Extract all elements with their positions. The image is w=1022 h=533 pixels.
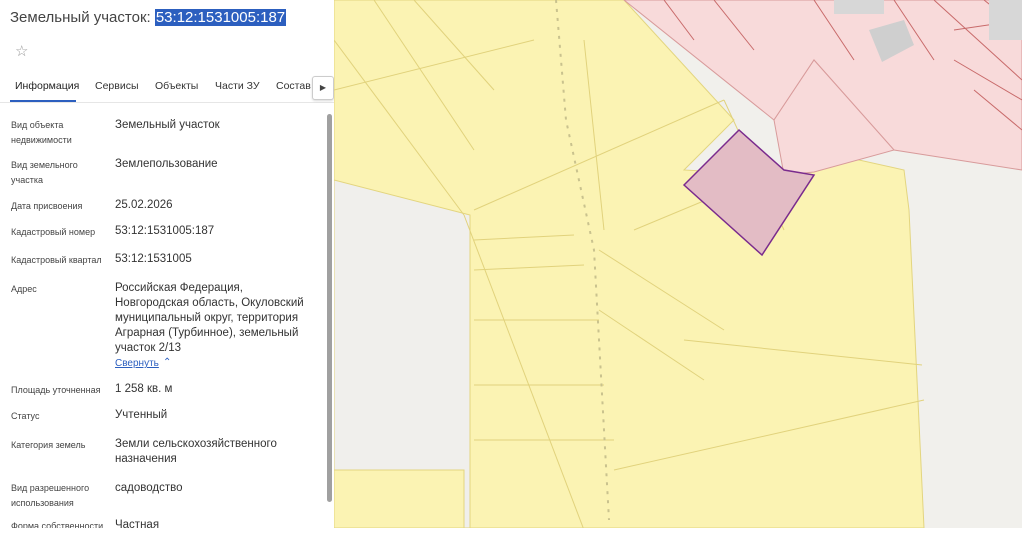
tab-parts[interactable]: Части ЗУ	[215, 80, 260, 92]
map-canvas[interactable]	[333, 0, 1022, 531]
tab-bar: Информация Сервисы Объекты Части ЗУ Сост…	[0, 72, 334, 103]
title-prefix: Земельный участок:	[10, 9, 155, 26]
value-land-category: Земли сельскохозяйственного назначения	[115, 438, 277, 465]
cadastral-number-selected[interactable]: 53:12:1531005:187	[154, 9, 287, 26]
chevron-up-icon[interactable]: ⌃	[163, 357, 171, 368]
collapse-link[interactable]: Свернуть	[115, 358, 159, 369]
gray-building	[989, 0, 1022, 40]
value-status: Учтенный	[115, 409, 168, 421]
tab-info[interactable]: Информация	[15, 80, 79, 92]
label-assign-date: Дата присвоения	[11, 201, 83, 211]
tab-composition[interactable]: Состав	[276, 80, 311, 92]
value-address: Российская Федерация, Новгородская облас…	[115, 282, 304, 354]
label-object-type: Вид объекта недвижимости	[11, 120, 72, 145]
label-area: Площадь уточненная	[11, 385, 101, 395]
value-ownership: Частная	[115, 519, 160, 528]
label-cadastral-number: Кадастровый номер	[11, 227, 96, 237]
label-permitted-use: Вид разрешенного использования	[11, 483, 90, 508]
parcel-area	[333, 469, 465, 529]
label-cadastral-quarter: Кадастровый квартал	[11, 255, 102, 265]
scrollbar-thumb[interactable]	[327, 114, 332, 502]
tab-objects[interactable]: Объекты	[155, 80, 198, 92]
label-status: Статус	[11, 411, 40, 421]
active-tab-indicator	[10, 100, 76, 102]
page-title: Земельный участок: 53:12:1531005:187	[10, 9, 287, 26]
value-object-type: Земельный участок	[115, 119, 220, 131]
label-parcel-type: Вид земельного участка	[11, 160, 78, 185]
label-address: Адрес	[11, 284, 37, 294]
value-permitted-use: садоводство	[115, 482, 183, 494]
value-assign-date: 25.02.2026	[115, 199, 173, 211]
gray-building	[834, 0, 884, 14]
label-ownership: Форма собственности	[11, 521, 104, 528]
tab-services[interactable]: Сервисы	[95, 80, 139, 92]
value-cadastral-quarter: 53:12:1531005	[115, 253, 192, 265]
info-panel: Земельный участок: 53:12:1531005:187 ☆ И…	[0, 0, 334, 528]
label-land-category: Категория земель	[11, 440, 86, 450]
chevron-right-icon[interactable]: ▶	[312, 76, 334, 100]
value-area: 1 258 кв. м	[115, 383, 173, 395]
value-parcel-type: Землепользование	[115, 158, 218, 170]
cadastral-map[interactable]	[333, 0, 1022, 531]
star-outline-icon[interactable]: ☆	[15, 42, 28, 60]
value-cadastral-number: 53:12:1531005:187	[115, 225, 215, 237]
